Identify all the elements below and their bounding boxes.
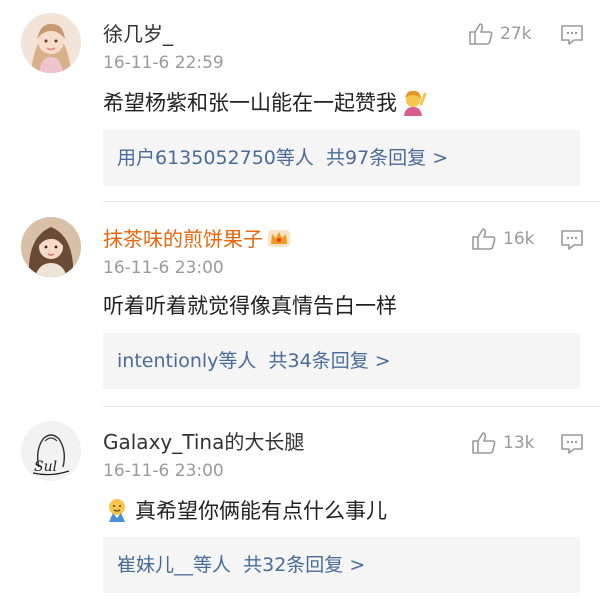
divider (103, 201, 600, 202)
like-button[interactable]: 27k (468, 21, 543, 47)
timestamp: 16-11-6 23:00 (103, 258, 224, 278)
reply-summary[interactable]: 用户6135052750等人 共97条回复 > (103, 130, 580, 186)
timestamp: 16-11-6 23:00 (103, 461, 224, 481)
username[interactable]: 徐几岁_ (103, 21, 173, 47)
avatar[interactable] (21, 13, 81, 73)
praying-emoji (103, 496, 131, 531)
thumbs-up-icon (472, 432, 496, 454)
reply-comment-icon[interactable] (560, 433, 584, 455)
reply-users[interactable]: 崔妹儿__等人 (117, 554, 231, 576)
vip-crown-icon (267, 227, 291, 255)
like-count: 27k (500, 24, 532, 44)
thumbs-up-icon (469, 23, 493, 45)
avatar[interactable]: Sul (21, 421, 81, 481)
comment-text: 希望杨紫和张一山能在一起赞我 (103, 88, 427, 123)
thumbs-up-icon (472, 228, 496, 250)
reply-summary[interactable]: 崔妹儿__等人 共32条回复 > (103, 537, 580, 593)
like-count: 16k (503, 229, 535, 249)
reply-comment-icon[interactable] (560, 229, 584, 251)
divider (103, 406, 600, 407)
username[interactable]: 抹茶味的煎饼果子 (103, 226, 291, 255)
avatar[interactable] (21, 217, 81, 277)
timestamp: 16-11-6 22:59 (103, 53, 224, 73)
comment-text: 真希望你俩能有点什么事儿 (103, 496, 387, 531)
reply-users[interactable]: 用户6135052750等人 (117, 147, 314, 169)
reply-comment-icon[interactable] (560, 24, 584, 46)
svg-text:Sul: Sul (34, 459, 57, 475)
reply-summary[interactable]: intentionly等人 共34条回复 > (103, 333, 580, 389)
woman-raising-hand-emoji (399, 88, 427, 123)
reply-count-link[interactable]: 共34条回复 > (269, 350, 391, 372)
reply-users[interactable]: intentionly等人 (117, 350, 256, 372)
like-button[interactable]: 13k (471, 430, 546, 456)
like-count: 13k (503, 433, 535, 453)
comment-text: 听着听着就觉得像真情告白一样 (103, 294, 397, 318)
reply-count-link[interactable]: 共97条回复 > (326, 147, 448, 169)
like-button[interactable]: 16k (471, 226, 546, 252)
reply-count-link[interactable]: 共32条回复 > (243, 554, 365, 576)
username[interactable]: Galaxy_Tina的大长腿 (103, 429, 304, 455)
